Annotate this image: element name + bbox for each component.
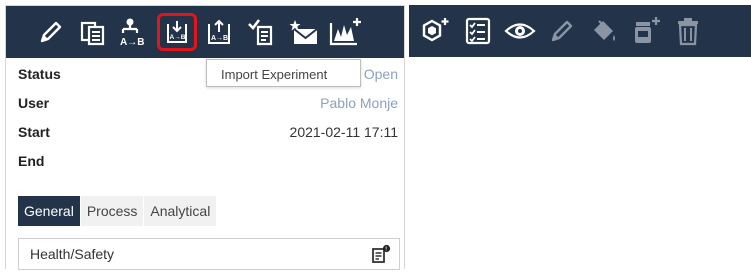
end-label: End	[18, 153, 45, 169]
health-safety-section[interactable]: Health/Safety !	[18, 238, 400, 270]
svg-text:A→B: A→B	[120, 37, 144, 48]
checklist-button[interactable]	[240, 10, 282, 54]
hexagon-plus-icon	[420, 16, 452, 46]
svg-text:!: !	[385, 247, 387, 253]
experiment-panel: A→B A→B A→B Status Open User Pablo Monje…	[5, 5, 405, 270]
user-row: User Pablo Monje	[18, 91, 398, 115]
view-button[interactable]	[499, 9, 541, 53]
email-button[interactable]	[282, 10, 324, 54]
experiment-toolbar: A→B A→B A→B	[6, 6, 404, 58]
detail-tabs: General Process Analytical	[18, 196, 218, 226]
export-a-to-b-icon: A→B	[205, 18, 233, 46]
checklist-box-icon	[464, 16, 492, 46]
status-value: Open	[363, 66, 398, 82]
checklist-icon	[246, 17, 276, 47]
envelope-star-icon	[287, 17, 319, 47]
edit-button-right[interactable]	[541, 9, 583, 53]
status-label: Status	[18, 66, 61, 82]
pencil-icon	[37, 18, 65, 46]
paint-bucket-icon	[588, 16, 620, 46]
sample-toolbar	[409, 5, 751, 57]
transfer-a-to-b-button[interactable]: A→B	[114, 10, 156, 54]
svg-text:A→B: A→B	[170, 34, 186, 41]
import-a-to-b-icon: A→B	[164, 19, 190, 45]
chart-add-icon	[328, 17, 362, 47]
tab-analytical[interactable]: Analytical	[144, 196, 218, 226]
fill-button[interactable]	[583, 9, 625, 53]
svg-text:A→B: A→B	[211, 35, 228, 42]
delete-button[interactable]	[667, 9, 709, 53]
start-row: Start 2021-02-11 17:11	[18, 120, 398, 144]
note-alert-icon[interactable]: !	[371, 244, 391, 274]
section-label: Health/Safety	[30, 246, 115, 262]
clipboard-copy-icon	[78, 17, 108, 47]
tab-general[interactable]: General	[18, 196, 81, 226]
start-label: Start	[18, 124, 50, 140]
export-experiment-button[interactable]: A→B	[198, 10, 240, 54]
pencil-icon	[548, 17, 576, 45]
eye-icon	[504, 17, 536, 45]
edit-button[interactable]	[30, 10, 72, 54]
user-value: Pablo Monje	[320, 95, 398, 111]
copy-button[interactable]	[72, 10, 114, 54]
end-row: End	[18, 149, 398, 173]
add-container-button[interactable]	[625, 9, 667, 53]
add-chart-button[interactable]	[324, 10, 366, 54]
import-experiment-tooltip: Import Experiment	[206, 59, 361, 87]
list-button[interactable]	[457, 9, 499, 53]
trash-icon	[675, 16, 701, 46]
start-value: 2021-02-11 17:11	[289, 124, 398, 140]
tab-process[interactable]: Process	[80, 196, 145, 226]
import-experiment-button[interactable]: A→B	[157, 13, 197, 51]
user-label: User	[18, 95, 50, 111]
a-to-b-tree-icon: A→B	[118, 16, 152, 48]
jar-plus-icon	[630, 16, 662, 46]
add-sample-button[interactable]	[415, 9, 457, 53]
